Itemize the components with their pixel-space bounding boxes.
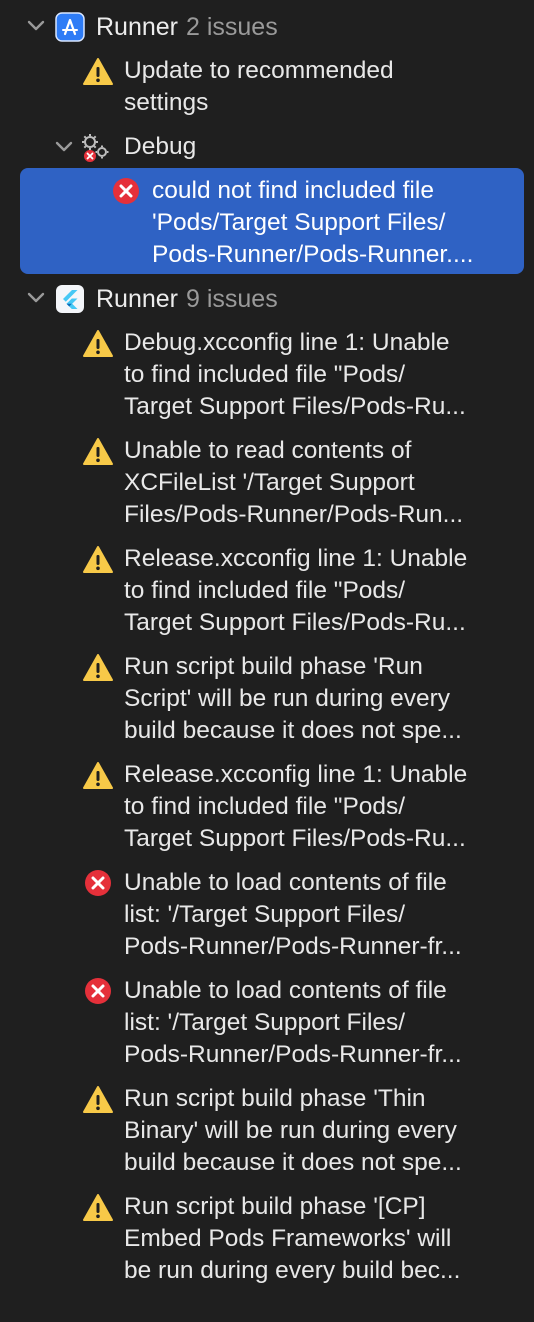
issue-line: settings	[124, 89, 209, 116]
issue-line: could not find included file	[152, 177, 434, 204]
issue-line: Debug.xcconfig line 1: Unable	[124, 329, 450, 356]
issue-row[interactable]: Unable to read contents of XCFileList '/…	[124, 435, 463, 531]
debug-configuration[interactable]: Debug	[124, 131, 196, 163]
issue-could-not-find-included-file: could not find included file 'Pods/Targe…	[152, 175, 473, 271]
issue-line: Script' will be run during every	[124, 685, 451, 712]
warning-icon	[82, 56, 114, 88]
issue-line: Run script build phase 'Run	[124, 653, 423, 680]
flutter-project-icon	[55, 284, 85, 314]
warning-icon	[82, 1192, 114, 1224]
issue-count: 2 issues	[186, 13, 278, 41]
error-icon	[84, 868, 116, 900]
xcode-project-icon	[55, 12, 85, 42]
issue-line: Update to recommended	[124, 57, 394, 84]
issue-navigator: Runner 2 issues Update to recommended set…	[0, 0, 534, 1322]
warning-icon	[82, 328, 114, 360]
selected-issue-row[interactable]: could not find included file 'Pods/Targe…	[20, 168, 524, 274]
issue-line: build because it does not spe...	[124, 717, 462, 744]
issue-row[interactable]: Unable to load contents of file list: '/…	[124, 867, 462, 963]
disclosure-chevron-icon[interactable]	[26, 16, 46, 36]
issue-line: Unable to load contents of file	[124, 977, 447, 1004]
issue-line: Embed Pods Frameworks' will	[124, 1225, 452, 1252]
group-name: Runner	[96, 285, 178, 313]
issue-row[interactable]: Debug.xcconfig line 1: Unable to find in…	[124, 327, 466, 423]
issue-row[interactable]: Run script build phase '[CP] Embed Pods …	[124, 1191, 460, 1287]
issue-line: Run script build phase 'Thin	[124, 1085, 426, 1112]
group-title-runner-xcode[interactable]: Runner 2 issues	[96, 11, 278, 43]
issue-row[interactable]: Release.xcconfig line 1: Unable to find …	[124, 759, 467, 855]
issue-row[interactable]: Unable to load contents of file list: '/…	[124, 975, 462, 1071]
disclosure-chevron-icon[interactable]	[54, 137, 74, 157]
issue-line: Run script build phase '[CP]	[124, 1193, 426, 1220]
issue-row[interactable]: Run script build phase 'Thin Binary' wil…	[124, 1083, 462, 1179]
issue-line: build because it does not spe...	[124, 1149, 462, 1176]
issue-line: Target Support Files/Pods-Ru...	[124, 609, 466, 636]
issue-line: XCFileList '/Target Support	[124, 469, 415, 496]
issue-count: 9 issues	[186, 285, 278, 313]
warning-icon	[82, 652, 114, 684]
issue-line: Target Support Files/Pods-Ru...	[124, 825, 466, 852]
error-icon	[84, 976, 116, 1008]
issue-line: list: '/Target Support Files/	[124, 901, 406, 928]
issue-row[interactable]: Run script build phase 'Run Script' will…	[124, 651, 462, 747]
warning-icon	[82, 760, 114, 792]
issue-line: Release.xcconfig line 1: Unable	[124, 761, 468, 788]
warning-icon	[82, 436, 114, 468]
issue-line: to find included file "Pods/	[124, 361, 406, 388]
debug-label: Debug	[124, 133, 197, 160]
build-configuration-icon	[80, 132, 112, 164]
issue-line: Files/Pods-Runner/Pods-Run...	[124, 501, 464, 528]
issue-line: Target Support Files/Pods-Ru...	[124, 393, 466, 420]
error-icon	[112, 176, 144, 208]
warning-icon	[82, 1084, 114, 1116]
issue-line: Unable to read contents of	[124, 437, 412, 464]
issue-line: to find included file "Pods/	[124, 577, 406, 604]
issue-line: Unable to load contents of file	[124, 869, 447, 896]
warning-icon	[82, 544, 114, 576]
issue-line: be run during every build bec...	[124, 1257, 461, 1284]
issue-line: list: '/Target Support Files/	[124, 1009, 406, 1036]
issue-line: Pods-Runner/Pods-Runner-fr...	[124, 933, 462, 960]
issue-line: to find included file "Pods/	[124, 793, 406, 820]
issue-row[interactable]: Release.xcconfig line 1: Unable to find …	[124, 543, 467, 639]
group-name: Runner	[96, 13, 178, 41]
issue-line: Release.xcconfig line 1: Unable	[124, 545, 468, 572]
issue-line: Binary' will be run during every	[124, 1117, 457, 1144]
issue-line: 'Pods/Target Support Files/	[152, 209, 446, 236]
issue-line: Pods-Runner/Pods-Runner-fr...	[124, 1041, 462, 1068]
disclosure-chevron-icon[interactable]	[26, 288, 46, 308]
issue-update-recommended-settings[interactable]: Update to recommended settings	[124, 55, 394, 119]
group-title-runner-flutter[interactable]: Runner 9 issues	[96, 283, 278, 315]
issue-line: Pods-Runner/Pods-Runner....	[152, 241, 474, 268]
